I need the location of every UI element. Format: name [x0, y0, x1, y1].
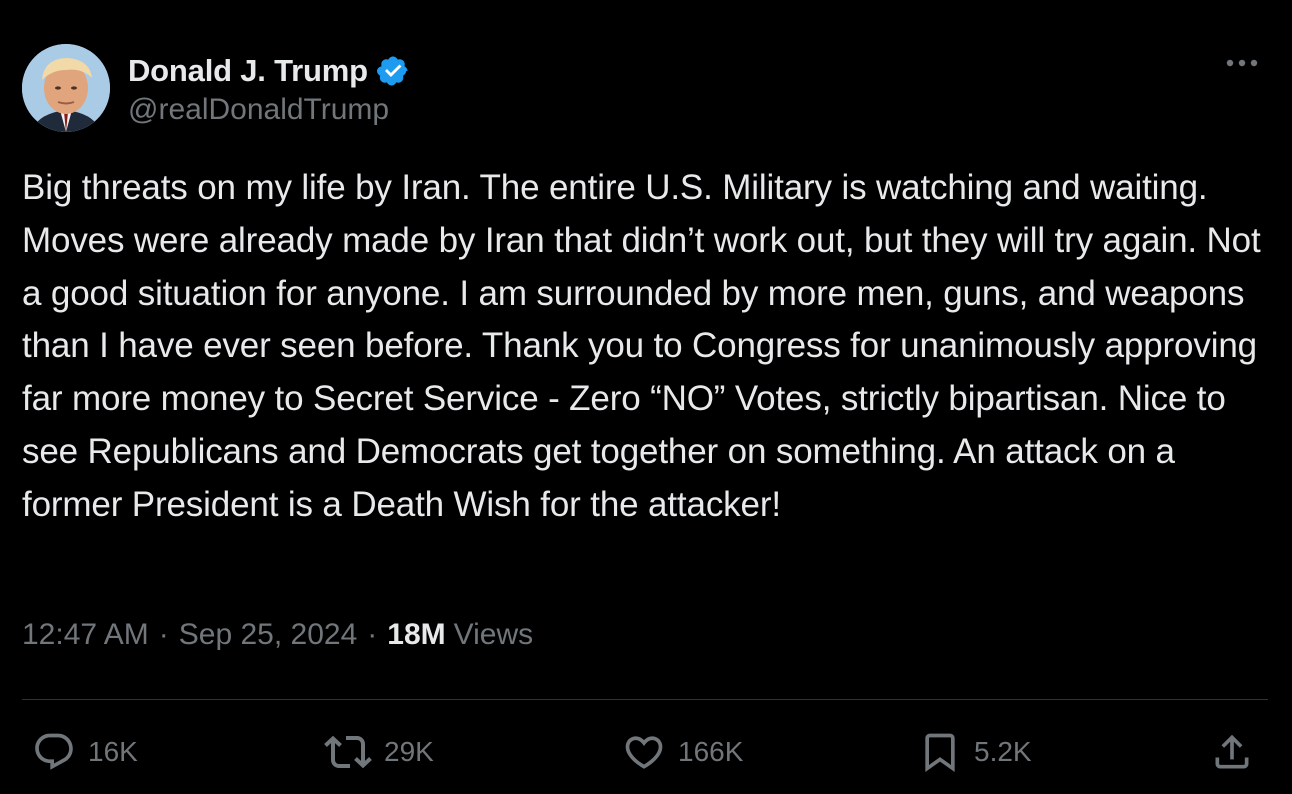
more-options-button[interactable] — [1222, 52, 1262, 76]
repost-icon — [324, 728, 372, 776]
reply-button[interactable]: 16K — [32, 724, 138, 780]
avatar[interactable] — [22, 44, 110, 132]
reply-count: 16K — [88, 736, 138, 767]
divider — [22, 699, 1268, 700]
meta-separator: · — [158, 618, 169, 651]
views-count[interactable]: 18M — [387, 618, 445, 652]
views-label: Views — [453, 618, 534, 651]
tweet-header: Donald J. Trump @realDonaldTrump — [22, 42, 410, 134]
heart-icon — [622, 730, 666, 774]
name-row: Donald J. Trump — [128, 49, 410, 93]
reply-icon — [32, 730, 76, 774]
bookmark-count: 5.2K — [974, 736, 1032, 767]
meta-separator: · — [367, 618, 378, 651]
like-button[interactable]: 166K — [622, 724, 743, 780]
tweet: Donald J. Trump @realDonaldTrump Big thr… — [0, 0, 1292, 794]
more-horizontal-icon — [1224, 55, 1260, 73]
bookmark-button[interactable]: 5.2K — [918, 724, 1032, 780]
repost-button[interactable]: 29K — [324, 724, 434, 780]
bookmark-icon — [918, 730, 962, 774]
verified-badge-icon[interactable] — [376, 54, 410, 88]
post-time[interactable]: 12:47 AM — [22, 618, 149, 652]
tweet-meta: 12:47 AM · Sep 25, 2024 · 18M Views — [22, 618, 533, 652]
author-names: Donald J. Trump @realDonaldTrump — [128, 49, 410, 127]
share-button[interactable] — [1210, 724, 1254, 780]
author-handle[interactable]: @realDonaldTrump — [128, 93, 410, 127]
author-display-name[interactable]: Donald J. Trump — [128, 53, 368, 89]
repost-count: 29K — [384, 736, 434, 767]
post-date[interactable]: Sep 25, 2024 — [179, 618, 358, 652]
action-bar: 16K 29K 166K 5.2K — [0, 724, 1292, 780]
like-count: 166K — [678, 736, 744, 767]
tweet-text: Big threats on my life by Iran. The enti… — [22, 168, 1271, 524]
share-icon — [1210, 730, 1254, 774]
